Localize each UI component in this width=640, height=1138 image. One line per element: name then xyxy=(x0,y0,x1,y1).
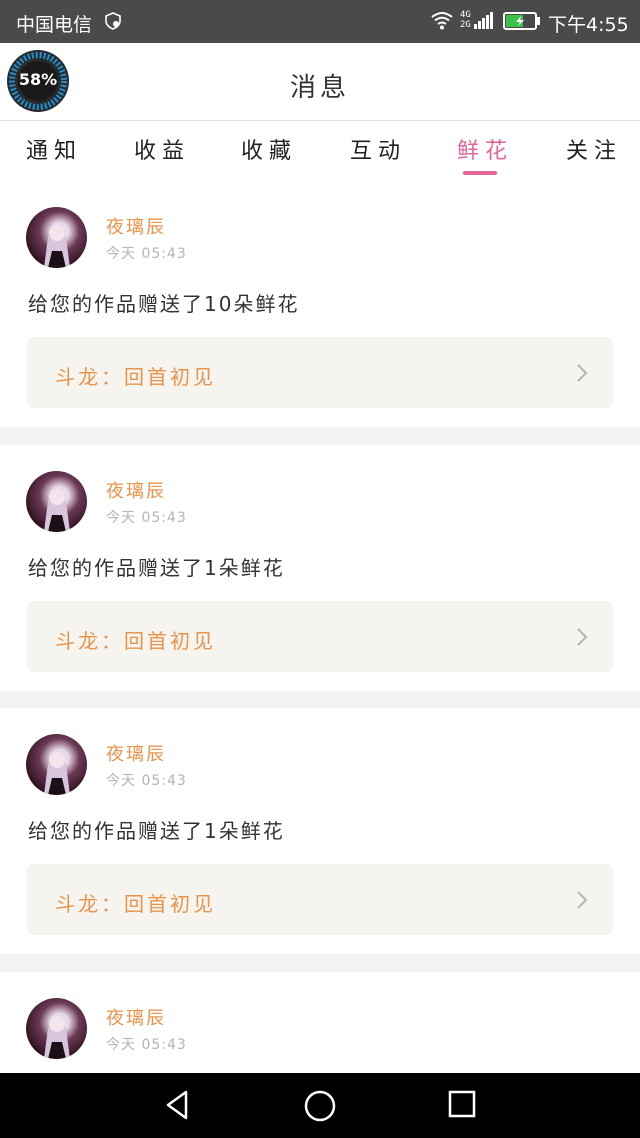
username[interactable]: 夜璃辰 xyxy=(106,477,166,503)
avatar[interactable] xyxy=(26,471,87,532)
work-title: 斗龙：回首初见 xyxy=(55,629,216,653)
security-shield-icon xyxy=(105,12,121,30)
battery-charging-icon xyxy=(503,12,540,30)
tab-favorites[interactable]: 收藏 xyxy=(241,133,297,165)
carrier-name: 中国电信 xyxy=(16,14,93,36)
tab-flowers[interactable]: 鲜花 xyxy=(457,133,513,165)
tab-follows[interactable]: 关注 xyxy=(566,133,622,165)
app-header: 58% 消息 xyxy=(0,43,640,121)
home-icon[interactable] xyxy=(303,1089,337,1123)
tab-interactions[interactable]: 互动 xyxy=(350,133,406,165)
message-tabs: 通知 收益 收藏 互动 鲜花 关注 xyxy=(0,121,640,181)
wifi-icon xyxy=(431,12,453,30)
status-clock: 下午4:55 xyxy=(548,14,629,36)
timestamp: 今天 05:43 xyxy=(106,773,187,789)
recents-icon[interactable] xyxy=(447,1089,477,1119)
chevron-right-icon xyxy=(577,364,588,382)
chevron-right-icon xyxy=(577,891,588,909)
list-item: 夜璃辰 今天 05:43 给您的作品赠送了10朵鲜花 斗龙：回首初见 xyxy=(0,181,640,427)
list-item: 夜璃辰 今天 05:43 给您的作品赠送了1朵鲜花 斗龙：回首初见 xyxy=(0,445,640,691)
avatar[interactable] xyxy=(26,207,87,268)
network-type: 4G 2G xyxy=(460,10,471,30)
timestamp: 今天 05:43 xyxy=(106,246,187,262)
work-title: 斗龙：回首初见 xyxy=(55,892,216,916)
message-text: 给您的作品赠送了1朵鲜花 xyxy=(28,556,285,580)
username[interactable]: 夜璃辰 xyxy=(106,1004,166,1030)
timestamp: 今天 05:43 xyxy=(106,510,187,526)
status-bar: 中国电信 4G 2G 下午4:55 xyxy=(0,0,640,43)
page-title: 消息 xyxy=(289,73,350,103)
tab-earnings[interactable]: 收益 xyxy=(134,133,190,165)
active-tab-indicator xyxy=(463,171,497,175)
signal-strength-icon xyxy=(474,12,493,29)
timestamp: 今天 05:43 xyxy=(106,1037,187,1053)
work-link[interactable]: 斗龙：回首初见 xyxy=(27,601,613,672)
back-icon[interactable] xyxy=(162,1089,194,1121)
work-title: 斗龙：回首初见 xyxy=(55,365,216,389)
avatar[interactable] xyxy=(26,998,87,1059)
username[interactable]: 夜璃辰 xyxy=(106,213,166,239)
network-type-line2: 2G xyxy=(460,20,471,30)
username[interactable]: 夜璃辰 xyxy=(106,740,166,766)
chevron-right-icon xyxy=(577,628,588,646)
avatar[interactable] xyxy=(26,734,87,795)
message-text: 给您的作品赠送了10朵鲜花 xyxy=(28,292,300,316)
list-item: 夜璃辰 今天 05:43 给您的作品赠送了1朵鲜花 斗龙：回首初见 xyxy=(0,708,640,954)
tab-notifications[interactable]: 通知 xyxy=(26,133,82,165)
system-nav-bar xyxy=(0,1073,640,1138)
network-type-line1: 4G xyxy=(460,10,471,20)
work-link[interactable]: 斗龙：回首初见 xyxy=(27,864,613,935)
work-link[interactable]: 斗龙：回首初见 xyxy=(27,337,613,408)
list-item: 夜璃辰 今天 05:43 xyxy=(0,972,640,1073)
message-text: 给您的作品赠送了1朵鲜花 xyxy=(28,819,285,843)
